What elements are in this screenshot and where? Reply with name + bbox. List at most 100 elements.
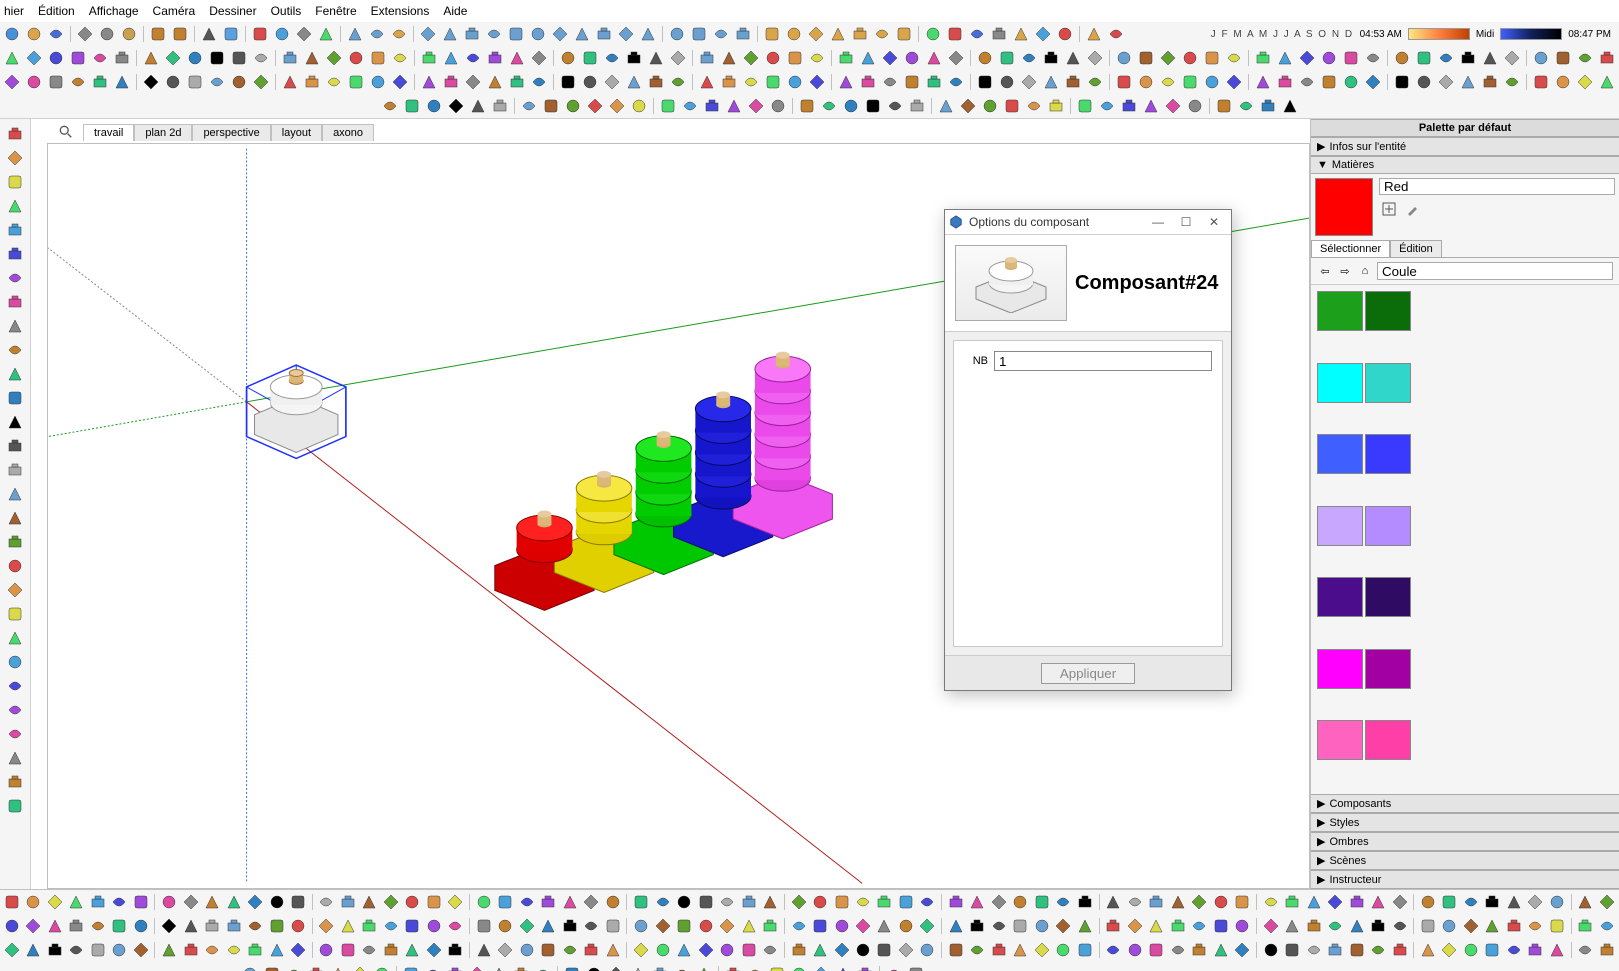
mat-tab-select[interactable]: Sélectionner — [1311, 240, 1390, 257]
toolbar-r1-btn-1[interactable] — [24, 48, 44, 68]
bottom-r2-btn-67[interactable] — [1504, 940, 1523, 960]
bottom-r2-btn-1[interactable] — [23, 940, 42, 960]
bottom-r2-btn-7[interactable] — [159, 940, 178, 960]
dialog-nb-input[interactable] — [994, 351, 1212, 371]
toolbar-r2-btn-58[interactable] — [1341, 72, 1361, 92]
menu-edition[interactable]: Édition — [38, 4, 75, 18]
bottom-r1-btn-40[interactable] — [896, 916, 915, 936]
bottom-r1-btn-15[interactable] — [338, 916, 357, 936]
bottom-r1-btn-17[interactable] — [381, 916, 400, 936]
toolbar-r1-btn-69[interactable] — [1597, 48, 1617, 68]
toolbar-r2-btn-35[interactable] — [807, 72, 827, 92]
toolbar-r1-btn-18[interactable] — [419, 48, 439, 68]
bottom-r1-btn-44[interactable] — [989, 916, 1008, 936]
bottom-r1-btn-26[interactable] — [582, 916, 601, 936]
bottom-r0-btn-54[interactable] — [1211, 892, 1230, 912]
toolbar-r2-btn-59[interactable] — [1363, 72, 1383, 92]
toolbar-r2-btn-34[interactable] — [785, 72, 805, 92]
bottom-r2-btn-26[interactable] — [582, 940, 601, 960]
bottom-r2-btn-52[interactable] — [1168, 940, 1187, 960]
walk-icon[interactable] — [3, 699, 27, 721]
bottom-r0-btn-67[interactable] — [1504, 892, 1523, 912]
bottom-r3-btn-25[interactable] — [811, 964, 831, 971]
toolbar-r2-btn-2[interactable] — [46, 72, 66, 92]
toolbar-r2-btn-15[interactable] — [346, 72, 366, 92]
toolbar-r3-btn-6[interactable] — [519, 96, 539, 116]
toolbar-r1-btn-65[interactable] — [1502, 48, 1522, 68]
bottom-r0-btn-25[interactable] — [560, 892, 579, 912]
bottom-r1-btn-8[interactable] — [181, 916, 200, 936]
toolbar-r2-btn-51[interactable] — [1180, 72, 1200, 92]
tool-c-icon[interactable] — [294, 24, 314, 44]
eraser-icon[interactable] — [3, 147, 27, 169]
building-6-icon[interactable] — [528, 24, 548, 44]
bottom-r0-btn-27[interactable] — [603, 892, 622, 912]
bottom-r2-btn-39[interactable] — [875, 940, 894, 960]
toolbar-r1-btn-50[interactable] — [1158, 48, 1178, 68]
material-swatch-9[interactable] — [1365, 577, 1411, 617]
bottom-r0-btn-56[interactable] — [1261, 892, 1280, 912]
bottom-r0-btn-2[interactable] — [45, 892, 64, 912]
toolbar-r1-btn-5[interactable] — [112, 48, 132, 68]
toolbar-r3-btn-31[interactable] — [1097, 96, 1117, 116]
toolbar-r3-btn-39[interactable] — [1280, 96, 1300, 116]
component-options-dialog[interactable]: Options du composant — ☐ ✕ Composant#24 — [944, 209, 1232, 691]
bottom-r0-btn-63[interactable] — [1418, 892, 1437, 912]
toolbar-r1-btn-30[interactable] — [697, 48, 717, 68]
bottom-r2-btn-34[interactable] — [760, 940, 779, 960]
bottom-r1-btn-39[interactable] — [875, 916, 894, 936]
toolbar-r2-btn-50[interactable] — [1158, 72, 1178, 92]
toolbar-r1-btn-43[interactable] — [997, 48, 1017, 68]
toolbar-r1-btn-64[interactable] — [1480, 48, 1500, 68]
bottom-r3-btn-11[interactable] — [489, 964, 509, 971]
toolbar-r1-btn-53[interactable] — [1224, 48, 1244, 68]
menu-affichage[interactable]: Affichage — [89, 4, 139, 18]
bottom-r2-btn-9[interactable] — [202, 940, 221, 960]
bottom-r1-btn-68[interactable] — [1526, 916, 1545, 936]
bottom-r1-btn-10[interactable] — [224, 916, 243, 936]
toolbar-r1-btn-56[interactable] — [1297, 48, 1317, 68]
toolbar-r3-btn-20[interactable] — [841, 96, 861, 116]
toolbar-r2-btn-1[interactable] — [24, 72, 44, 92]
bottom-r0-btn-4[interactable] — [88, 892, 107, 912]
toolbar-r1-btn-45[interactable] — [1041, 48, 1061, 68]
bottom-r2-btn-46[interactable] — [1032, 940, 1051, 960]
bottom-r0-btn-48[interactable] — [1075, 892, 1094, 912]
menu-camera[interactable]: Caméra — [153, 4, 196, 18]
bottom-r2-btn-71[interactable] — [1597, 940, 1616, 960]
bottom-r1-btn-70[interactable] — [1576, 916, 1595, 936]
toolbar-r3-btn-22[interactable] — [885, 96, 905, 116]
tab-perspective[interactable]: perspective — [192, 124, 270, 141]
pushpull-icon[interactable] — [3, 315, 27, 337]
bottom-r2-btn-6[interactable] — [131, 940, 150, 960]
bottom-r3-btn-17[interactable] — [628, 964, 648, 971]
line-icon[interactable] — [3, 171, 27, 193]
toolbar-r2-btn-68[interactable] — [1575, 72, 1595, 92]
tab-plan2d[interactable]: plan 2d — [134, 124, 192, 141]
toolbar-r2-btn-65[interactable] — [1502, 72, 1522, 92]
bottom-r0-btn-66[interactable] — [1483, 892, 1502, 912]
bottom-r2-btn-25[interactable] — [560, 940, 579, 960]
ext-2-icon[interactable] — [945, 24, 965, 44]
toolbar-r3-btn-15[interactable] — [724, 96, 744, 116]
toolbar-r1-btn-25[interactable] — [580, 48, 600, 68]
toolbar-r1-btn-49[interactable] — [1136, 48, 1156, 68]
bottom-r1-btn-54[interactable] — [1211, 916, 1230, 936]
toolbar-r1-btn-29[interactable] — [668, 48, 688, 68]
bottom-r1-btn-60[interactable] — [1347, 916, 1366, 936]
bottom-r1-btn-6[interactable] — [131, 916, 150, 936]
toolbar-r2-btn-12[interactable] — [280, 72, 300, 92]
bottom-r2-btn-13[interactable] — [288, 940, 307, 960]
dialog-close-icon[interactable]: ✕ — [1201, 213, 1227, 231]
toolbar-r1-btn-66[interactable] — [1531, 48, 1551, 68]
toolbar-r1-btn-0[interactable] — [2, 48, 22, 68]
bottom-r1-btn-32[interactable] — [717, 916, 736, 936]
bottom-r1-btn-53[interactable] — [1189, 916, 1208, 936]
text-icon[interactable] — [3, 483, 27, 505]
bottom-r0-btn-68[interactable] — [1526, 892, 1545, 912]
bottom-r2-btn-40[interactable] — [896, 940, 915, 960]
bottom-r2-btn-24[interactable] — [539, 940, 558, 960]
bottom-r1-btn-43[interactable] — [968, 916, 987, 936]
toolbar-r2-btn-37[interactable] — [858, 72, 878, 92]
building-4-icon[interactable] — [484, 24, 504, 44]
